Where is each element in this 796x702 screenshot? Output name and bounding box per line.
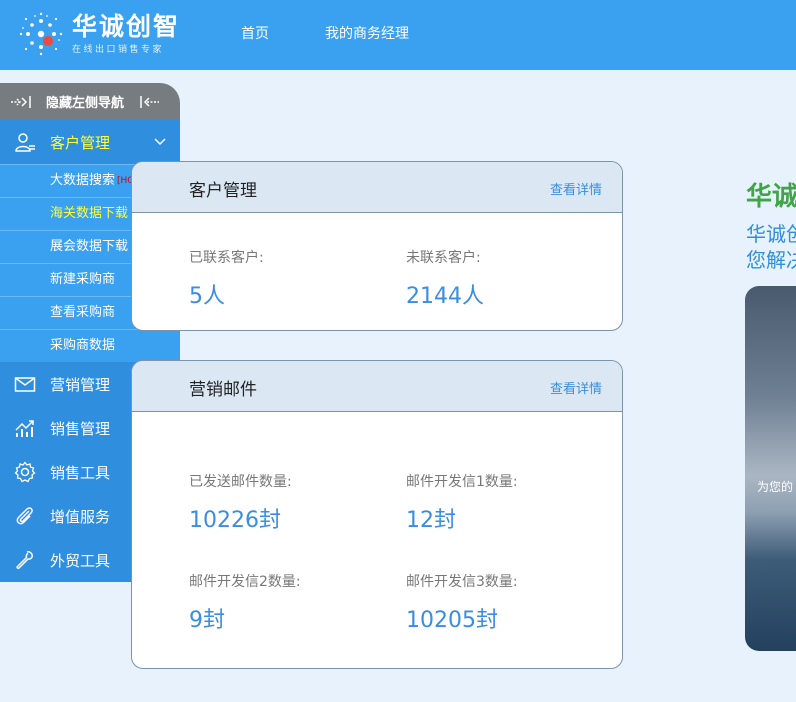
stat-value[interactable]: 10226封 — [189, 502, 292, 534]
gear-icon — [14, 461, 36, 483]
card-header: 营销邮件 查看详情 — [132, 361, 622, 412]
stat-label: 已发送邮件数量: — [189, 474, 292, 490]
menu-label: 销售管理 — [50, 419, 111, 438]
logo-title: 华诚创智 — [72, 12, 181, 41]
promo-line-2: 您解决 — [746, 248, 796, 272]
promo-title: 华诚 — [746, 182, 796, 212]
stat-value[interactable]: 2144人 — [406, 278, 484, 310]
card-title: 营销邮件 — [189, 380, 257, 400]
menu-label: 营销管理 — [50, 375, 111, 394]
hide-sidebar-button[interactable]: 隐藏左侧导航 — [0, 83, 180, 120]
menu-label: 增值服务 — [50, 507, 111, 526]
stat-dev-letter-1: 邮件开发信1数量: 12封 — [406, 471, 518, 534]
stat-value[interactable]: 5人 — [189, 278, 264, 310]
menu-label: 客户管理 — [50, 133, 111, 152]
stat-value[interactable]: 9封 — [189, 602, 301, 634]
stat-value[interactable]: 12封 — [406, 502, 518, 534]
logo-subtitle: 在线出口销售专家 — [72, 45, 165, 55]
promo-banner-image[interactable]: 为您的 — [745, 286, 796, 651]
submenu-buyer-data[interactable]: 采购商数据 — [0, 329, 180, 362]
nav-home[interactable]: 首页 — [241, 0, 269, 70]
top-bar: 华诚创智 在线出口销售专家 首页 我的商务经理 — [0, 0, 796, 70]
banner-caption: 为您的 — [757, 480, 794, 494]
stat-label: 已联系客户: — [189, 250, 264, 266]
stat-value[interactable]: 10205封 — [406, 602, 518, 634]
stat-contacted-customers: 已联系客户: 5人 — [189, 247, 264, 310]
wrench-icon — [16, 551, 33, 570]
stat-emails-sent: 已发送邮件数量: 10226封 — [189, 471, 292, 534]
hide-sidebar-label: 隐藏左侧导航 — [46, 96, 125, 111]
menu-customer-management[interactable]: 客户管理 — [0, 120, 180, 164]
view-details-link[interactable]: 查看详情 — [550, 179, 602, 198]
stat-label: 邮件开发信1数量: — [406, 474, 518, 490]
paperclip-icon — [16, 507, 33, 525]
stat-dev-letter-3: 邮件开发信3数量: 10205封 — [406, 571, 518, 634]
arrow-right-to-bar-icon — [11, 95, 31, 108]
stat-label: 邮件开发信3数量: — [406, 574, 518, 590]
envelope-icon — [14, 377, 36, 392]
user-list-icon — [15, 133, 35, 152]
view-details-link[interactable]: 查看详情 — [550, 378, 602, 397]
menu-label: 销售工具 — [50, 463, 111, 482]
stat-uncontacted-customers: 未联系客户: 2144人 — [406, 247, 484, 310]
card-title: 客户管理 — [189, 181, 257, 201]
card-header: 客户管理 查看详情 — [132, 162, 622, 213]
chart-trend-icon — [15, 420, 34, 437]
logo[interactable]: 华诚创智 在线出口销售专家 — [18, 10, 180, 58]
stat-label: 未联系客户: — [406, 250, 481, 266]
stat-dev-letter-2: 邮件开发信2数量: 9封 — [189, 571, 301, 634]
promo-line-1: 华诚创 — [746, 222, 796, 246]
customer-management-card: 客户管理 查看详情 已联系客户: 5人 未联系客户: 2144人 — [131, 161, 623, 331]
menu-label: 外贸工具 — [50, 551, 111, 570]
collapse-left-icon — [140, 95, 160, 108]
nav-my-manager[interactable]: 我的商务经理 — [325, 0, 409, 70]
logo-icon — [19, 12, 63, 56]
submenu-label: 大数据搜索 — [50, 173, 116, 188]
stat-label: 邮件开发信2数量: — [189, 574, 301, 590]
chevron-down-icon — [154, 138, 166, 146]
marketing-email-card: 营销邮件 查看详情 已发送邮件数量: 10226封 邮件开发信1数量: 12封 … — [131, 360, 623, 669]
